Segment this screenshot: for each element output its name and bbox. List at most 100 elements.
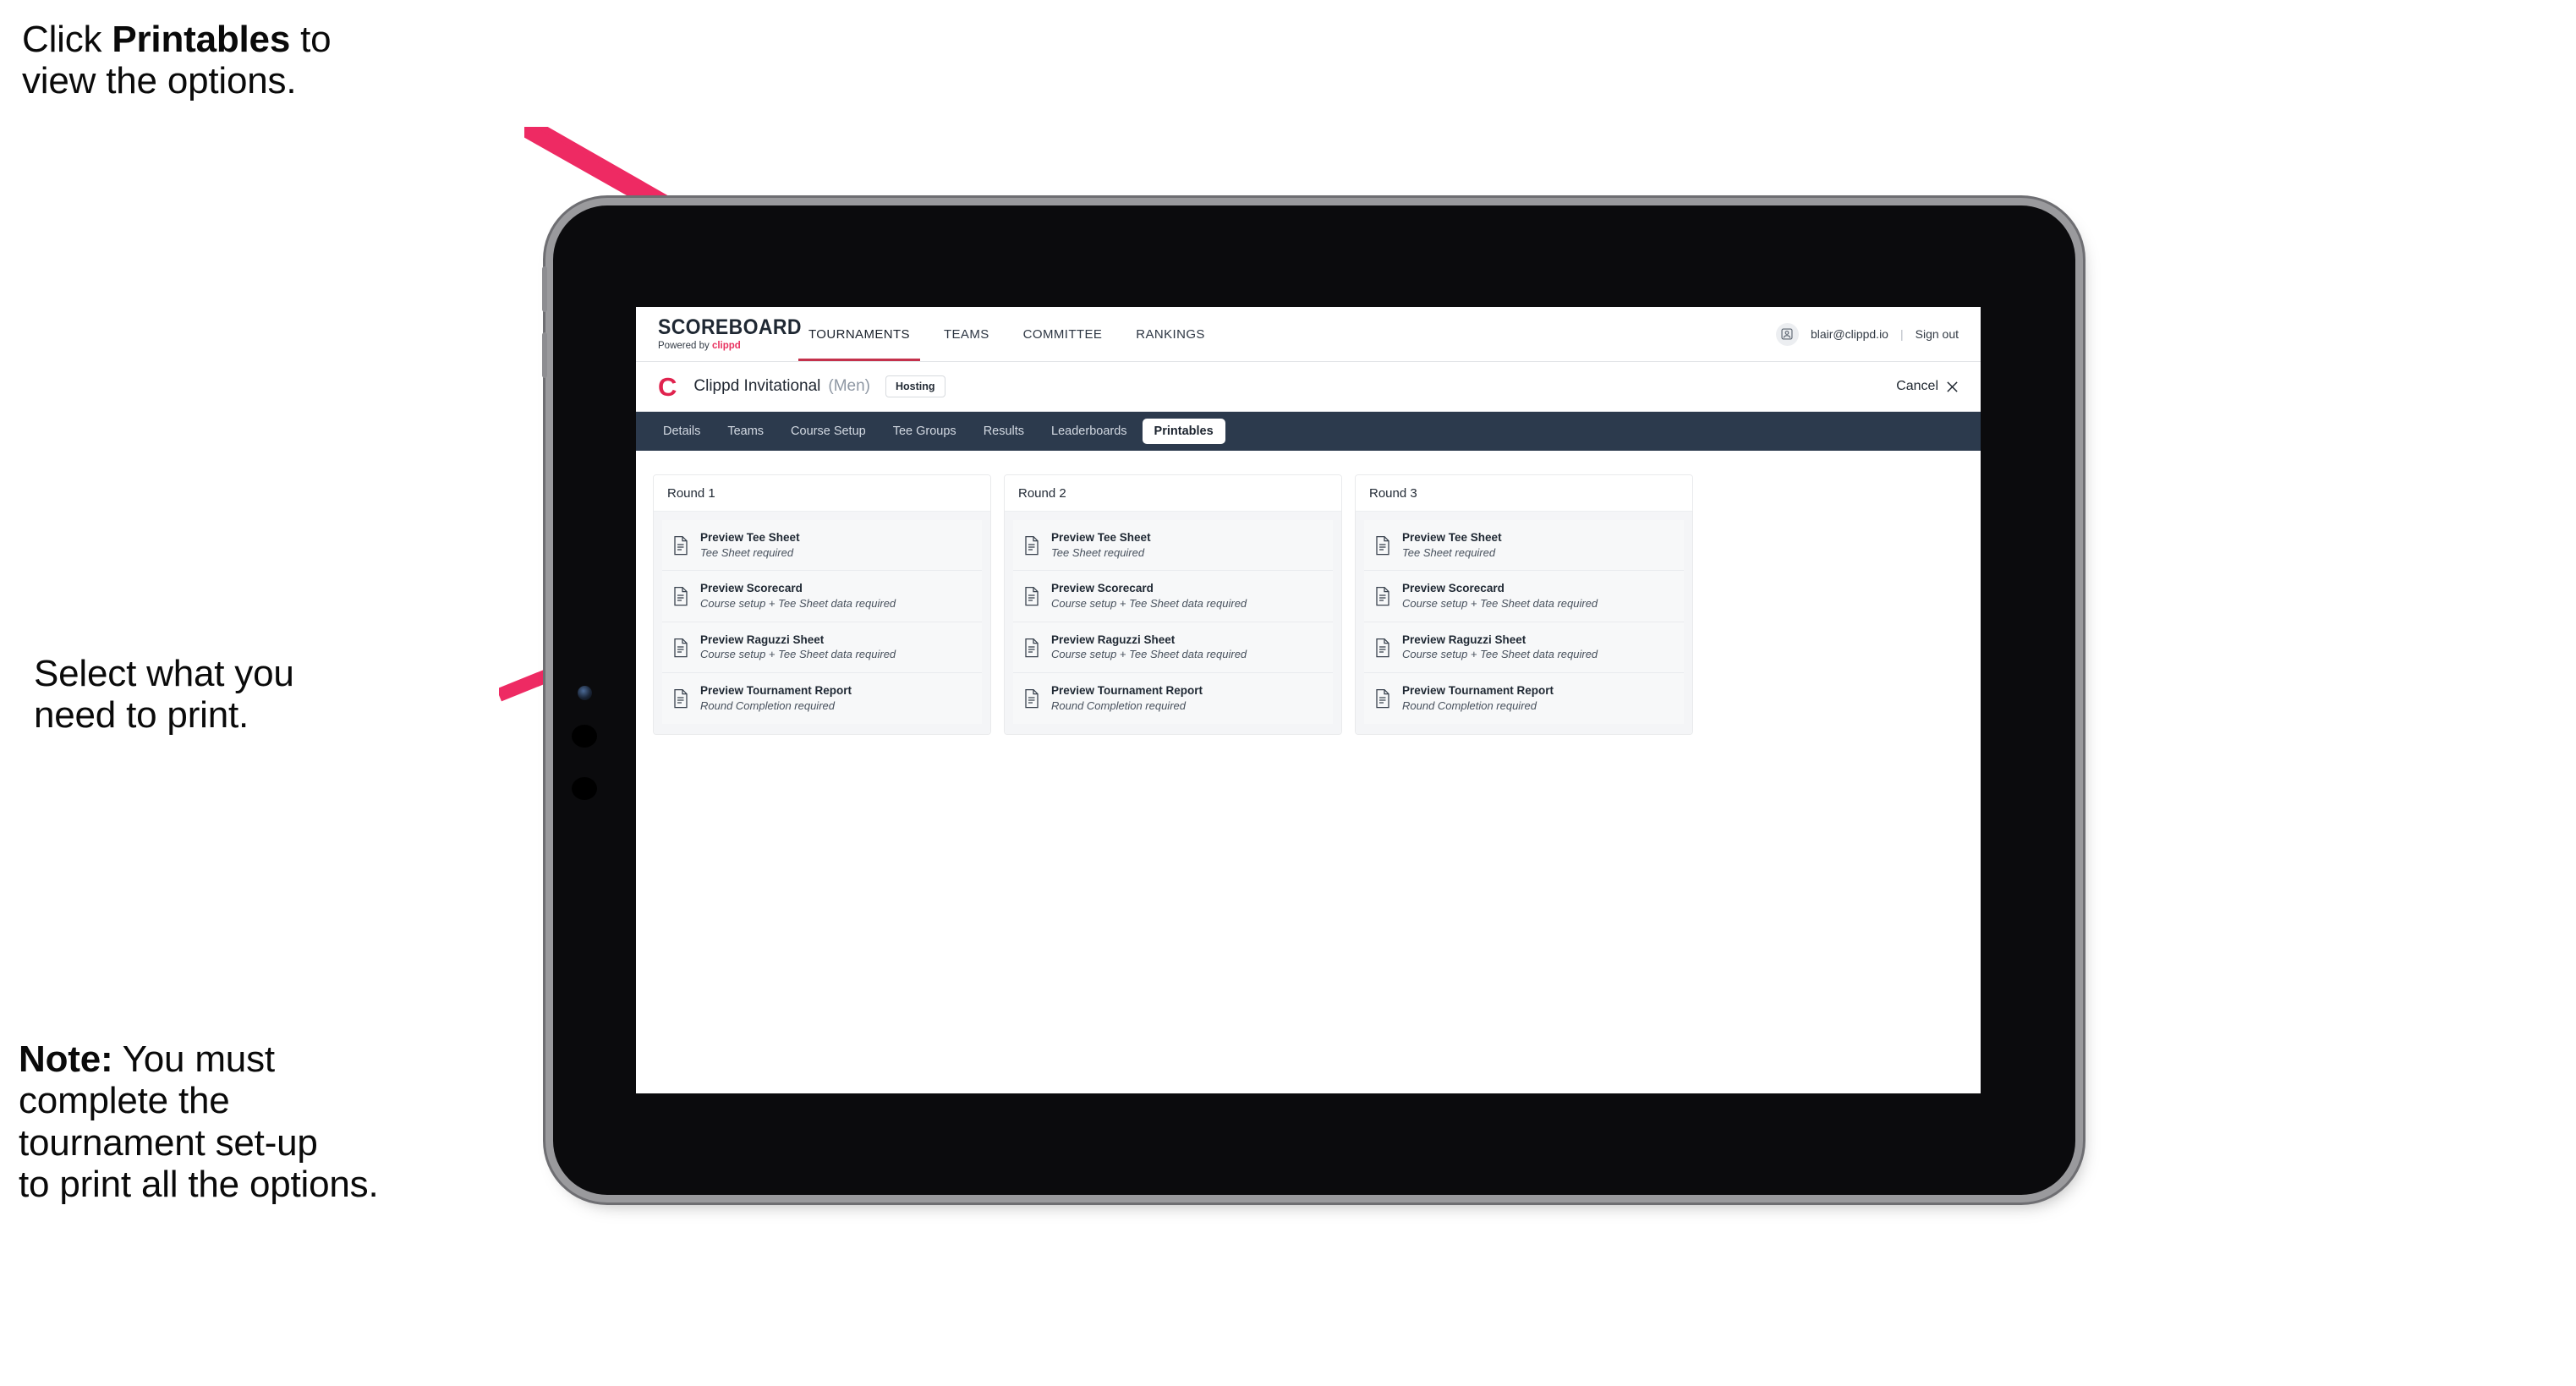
printable-requirement: Course setup + Tee Sheet data required	[700, 648, 896, 661]
document-icon	[1376, 587, 1389, 606]
round-items: Preview Tee Sheet Tee Sheet required Pre…	[1005, 512, 1341, 734]
printable-title: Preview Raguzzi Sheet	[1402, 633, 1526, 646]
tab-tee-groups[interactable]: Tee Groups	[881, 419, 968, 444]
tab-printables[interactable]: Printables	[1142, 419, 1225, 444]
user-avatar-icon[interactable]	[1775, 322, 1799, 346]
document-icon	[1376, 535, 1389, 555]
tournament-gender: (Men)	[828, 377, 870, 395]
main-nav-rankings[interactable]: RANKINGS	[1119, 307, 1222, 361]
tab-details[interactable]: Details	[651, 419, 712, 444]
document-icon	[1025, 638, 1039, 657]
account-email: blair@clippd.io	[1810, 327, 1888, 341]
cancel-button-label: Cancel	[1896, 379, 1938, 393]
printable-item-scorecard[interactable]: Preview Scorecard Course setup + Tee She…	[1013, 571, 1333, 622]
cancel-button[interactable]: Cancel	[1896, 379, 1959, 394]
document-icon	[674, 535, 688, 555]
annotation-note-bold: Note:	[19, 1038, 113, 1080]
printable-requirement: Tee Sheet required	[1051, 545, 1145, 559]
main-nav-tournaments[interactable]: TOURNAMENTS	[792, 307, 927, 361]
printable-title: Preview Tournament Report	[1402, 684, 1554, 698]
printable-title: Preview Scorecard	[1051, 582, 1154, 595]
sign-out-button[interactable]: Sign out	[1916, 327, 1959, 341]
round-column: Round 1 Preview Tee Sheet Tee Sheet requ…	[653, 474, 991, 735]
account-separator: |	[1899, 327, 1904, 341]
round-column: Round 2 Preview Tee Sheet Tee Sheet requ…	[1004, 474, 1342, 735]
main-nav-committee[interactable]: COMMITTEE	[1006, 307, 1120, 361]
printable-item-raguzzi-sheet[interactable]: Preview Raguzzi Sheet Course setup + Tee…	[1364, 622, 1684, 674]
powered-by-text: Powered by	[658, 340, 712, 351]
document-icon	[1025, 689, 1039, 709]
printable-requirement: Course setup + Tee Sheet data required	[1402, 596, 1598, 610]
printable-requirement: Round Completion required	[1402, 698, 1537, 712]
document-icon	[1376, 638, 1389, 657]
tab-results[interactable]: Results	[972, 419, 1036, 444]
app-top-bar: SCOREBOARD Powered by clippd TOURNAMENTS…	[636, 307, 1981, 362]
printable-item-scorecard[interactable]: Preview Scorecard Course setup + Tee She…	[1364, 571, 1684, 622]
side-button-icon[interactable]	[542, 266, 547, 312]
printable-requirement: Course setup + Tee Sheet data required	[1402, 648, 1598, 661]
tablet-screen: SCOREBOARD Powered by clippd TOURNAMENTS…	[636, 307, 1981, 1093]
printable-item-tournament-report[interactable]: Preview Tournament Report Round Completi…	[662, 673, 982, 724]
printable-requirement: Course setup + Tee Sheet data required	[1051, 596, 1247, 610]
printable-item-tournament-report[interactable]: Preview Tournament Report Round Completi…	[1013, 673, 1333, 724]
printable-title: Preview Tee Sheet	[700, 531, 800, 544]
printable-title: Preview Raguzzi Sheet	[1051, 633, 1176, 646]
printable-item-tee-sheet[interactable]: Preview Tee Sheet Tee Sheet required	[1013, 520, 1333, 572]
side-button-icon[interactable]	[542, 332, 547, 378]
round-title: Round 3	[1356, 475, 1692, 512]
annotation-select-print: Select what you need to print.	[34, 653, 294, 737]
printable-title: Preview Raguzzi Sheet	[700, 633, 825, 646]
printable-requirement: Round Completion required	[1051, 698, 1186, 712]
tab-course-setup[interactable]: Course Setup	[779, 419, 878, 444]
document-icon	[1025, 587, 1039, 606]
tournament-header-bar: C Clippd Invitational (Men) Hosting Canc…	[636, 362, 1981, 412]
tablet-device: SCOREBOARD Powered by clippd TOURNAMENTS…	[542, 205, 2075, 1195]
close-icon	[1947, 381, 1958, 392]
printable-title: Preview Tee Sheet	[1051, 531, 1151, 544]
printable-title: Preview Tournament Report	[700, 684, 852, 698]
tournament-name: Clippd Invitational	[693, 377, 821, 395]
printable-item-tee-sheet[interactable]: Preview Tee Sheet Tee Sheet required	[662, 520, 982, 572]
document-icon	[1025, 535, 1039, 555]
printable-item-tournament-report[interactable]: Preview Tournament Report Round Completi…	[1364, 673, 1684, 724]
round-items: Preview Tee Sheet Tee Sheet required Pre…	[1356, 512, 1692, 734]
main-nav-teams[interactable]: TEAMS	[927, 307, 1006, 361]
annotation-click-printables: Click Printables to view the options.	[22, 19, 563, 102]
printable-item-scorecard[interactable]: Preview Scorecard Course setup + Tee She…	[662, 571, 982, 622]
round-title: Round 2	[1005, 475, 1341, 512]
round-column: Round 3 Preview Tee Sheet Tee Sheet requ…	[1355, 474, 1693, 735]
scoreboard-logo[interactable]: SCOREBOARD Powered by clippd	[658, 316, 801, 352]
round-title: Round 1	[654, 475, 990, 512]
tab-leaderboards[interactable]: Leaderboards	[1039, 419, 1139, 444]
printable-requirement: Round Completion required	[700, 698, 835, 712]
document-icon	[674, 587, 688, 606]
printable-requirement: Course setup + Tee Sheet data required	[700, 596, 896, 610]
printable-item-raguzzi-sheet[interactable]: Preview Raguzzi Sheet Course setup + Tee…	[662, 622, 982, 674]
tab-teams[interactable]: Teams	[715, 419, 776, 444]
brand-subtitle: Powered by clippd	[658, 340, 741, 352]
bezel-dot-icon	[572, 777, 597, 800]
printable-requirement: Tee Sheet required	[700, 545, 794, 559]
printable-item-raguzzi-sheet[interactable]: Preview Raguzzi Sheet Course setup + Tee…	[1013, 622, 1333, 674]
tournament-sub-navigation: Details Teams Course Setup Tee Groups Re…	[636, 412, 1981, 451]
clippd-logo-icon: C	[658, 371, 677, 402]
printable-title: Preview Scorecard	[700, 582, 803, 595]
printable-item-tee-sheet[interactable]: Preview Tee Sheet Tee Sheet required	[1364, 520, 1684, 572]
printable-title: Preview Tournament Report	[1051, 684, 1203, 698]
printable-title: Preview Scorecard	[1402, 582, 1504, 595]
document-icon	[1376, 689, 1389, 709]
annotation-click-prefix: Click	[22, 19, 112, 60]
account-area: blair@clippd.io | Sign out	[1775, 322, 1959, 346]
document-icon	[674, 689, 688, 709]
round-items: Preview Tee Sheet Tee Sheet required Pre…	[654, 512, 990, 734]
front-camera-icon	[578, 686, 592, 700]
brand-title: SCOREBOARD	[658, 315, 802, 339]
printable-title: Preview Tee Sheet	[1402, 531, 1502, 544]
bezel-dot-icon	[572, 725, 597, 748]
document-icon	[674, 638, 688, 657]
printable-requirement: Course setup + Tee Sheet data required	[1051, 648, 1247, 661]
main-navigation: TOURNAMENTS TEAMS COMMITTEE RANKINGS	[792, 307, 1222, 361]
status-badge: Hosting	[885, 375, 945, 397]
printables-content: Round 1 Preview Tee Sheet Tee Sheet requ…	[636, 451, 1981, 735]
annotation-click-bold: Printables	[112, 19, 291, 60]
